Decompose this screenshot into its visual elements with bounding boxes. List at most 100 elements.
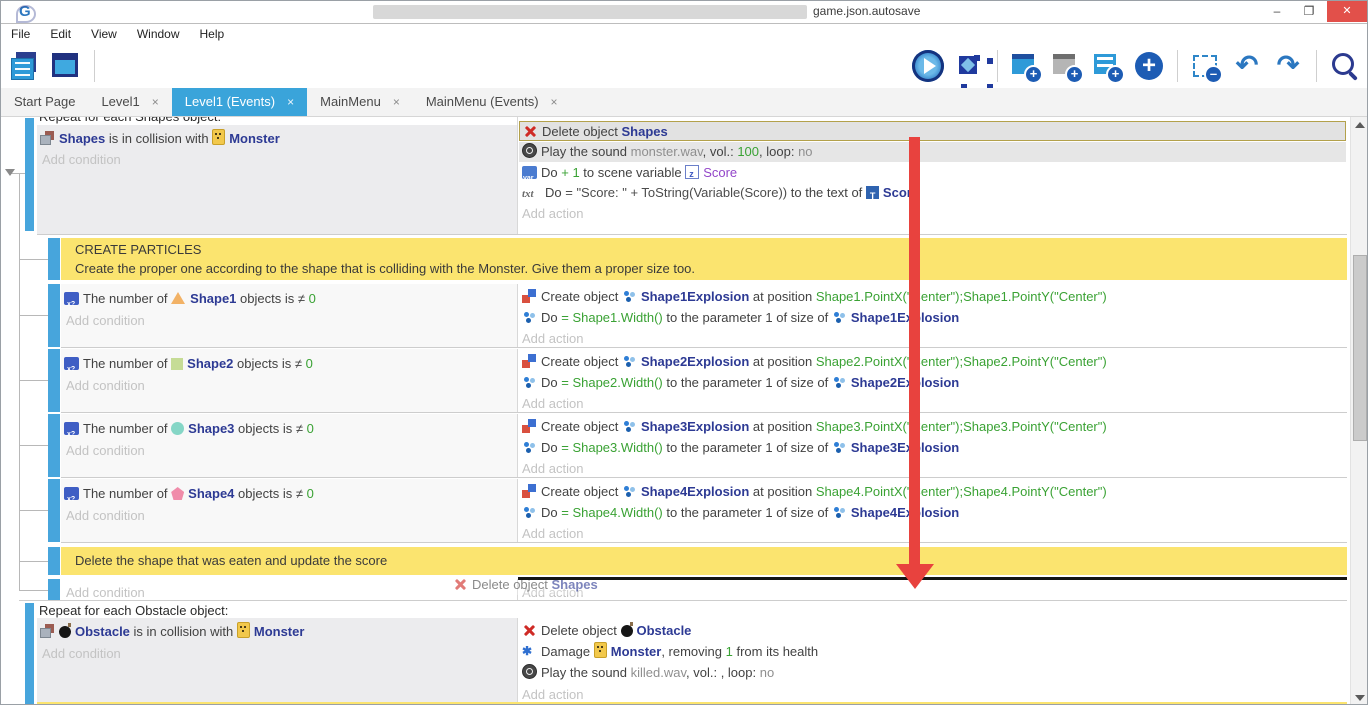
debug-button[interactable] [953, 50, 985, 82]
action-row[interactable]: Create object Shape1Explosion at positio… [519, 287, 1346, 307]
add-condition-link[interactable]: Add condition [66, 311, 145, 331]
menu-window[interactable]: Window [127, 27, 190, 41]
event-text: Do [545, 185, 565, 200]
tab-mainmenu-events[interactable]: MainMenu (Events)× [413, 88, 571, 116]
event-text: Do [541, 505, 561, 520]
scrollbar-down-arrow[interactable] [1355, 695, 1365, 701]
event-text: to scene variable [580, 165, 686, 180]
text-action-icon [522, 185, 541, 199]
action-row[interactable]: Create object Shape3Explosion at positio… [519, 417, 1346, 437]
collapse-expander-icon[interactable] [5, 169, 15, 176]
create-object-icon [522, 354, 537, 368]
event-text: , loop: [759, 144, 798, 159]
event-text: Play the sound [541, 665, 631, 680]
tab-close-icon[interactable]: × [287, 88, 294, 116]
action-row[interactable]: Do = Shape4.Width() to the parameter 1 o… [519, 503, 1346, 523]
event-text: Monster [254, 624, 305, 639]
add-action-link[interactable]: Add action [522, 329, 583, 349]
tab-level1[interactable]: Level1× [88, 88, 171, 116]
condition-row[interactable]: Shapes is in collision with Monster [40, 129, 280, 149]
comment-block[interactable]: Delete the shape that was eaten and upda… [61, 547, 1347, 575]
event-text: at position [749, 354, 816, 369]
menu-edit[interactable]: Edit [40, 27, 81, 41]
add-comment-button[interactable] [1092, 50, 1124, 82]
event-text: Shapes [59, 131, 105, 146]
scrollbar-thumb[interactable] [1353, 255, 1367, 441]
action-row[interactable]: Delete object Obstacle [519, 621, 1346, 641]
action-row-selected[interactable]: Delete object Shapes [519, 121, 1346, 141]
comment-text: Delete the shape that was eaten and upda… [75, 553, 387, 569]
scene-editor-icon[interactable] [50, 50, 82, 82]
action-row[interactable]: Damage Monster, removing 1 from its heal… [519, 642, 1346, 662]
close-button[interactable]: ✕ [1327, 1, 1367, 22]
tab-close-icon[interactable]: × [152, 88, 159, 116]
add-action-link[interactable]: Add action [522, 394, 583, 414]
menu-file[interactable]: File [1, 27, 40, 41]
scrollbar-up-arrow[interactable] [1355, 122, 1365, 128]
action-row[interactable]: Create object Shape4Explosion at positio… [519, 482, 1346, 502]
add-condition-link[interactable]: Add condition [66, 506, 145, 526]
scene-variable-icon [685, 165, 699, 179]
minimize-button[interactable]: – [1263, 1, 1291, 22]
event-text: to the parameter 1 of size of [663, 310, 832, 325]
particle-object-icon [522, 505, 537, 519]
event-text: objects is ≠ [236, 291, 308, 306]
maximize-button[interactable]: ❐ [1295, 1, 1323, 22]
add-condition-link[interactable]: Add condition [66, 376, 145, 396]
condition-row[interactable]: The number of Shape4 objects is ≠ 0 [64, 484, 314, 504]
delete-event-button[interactable] [1190, 50, 1222, 82]
damage-action-icon [522, 644, 537, 658]
condition-row[interactable]: Obstacle is in collision with Monster [40, 622, 304, 642]
condition-row[interactable]: The number of Shape1 objects is ≠ 0 [64, 289, 316, 309]
action-row[interactable]: Do = Shape1.Width() to the parameter 1 o… [519, 308, 1346, 328]
comment-block[interactable]: CREATE PARTICLESCreate the proper one ac… [61, 238, 1347, 280]
event-text: Monster [611, 644, 662, 659]
action-row[interactable]: Create object Shape2Explosion at positio… [519, 352, 1346, 372]
play-button[interactable] [912, 50, 944, 82]
add-event-button[interactable] [1010, 50, 1042, 82]
redo-button[interactable]: ↷ [1272, 50, 1304, 82]
event-header: Repeat for each Shapes object: [39, 117, 221, 124]
action-row[interactable]: Do = "Score: " + ToString(Variable(Score… [519, 183, 1346, 203]
add-other-event-button[interactable] [1133, 50, 1165, 82]
undo-button[interactable]: ↶ [1231, 50, 1263, 82]
event-text: Do [541, 310, 561, 325]
condition-row[interactable]: The number of Shape2 objects is ≠ 0 [64, 354, 313, 374]
event-header[interactable]: Repeat for each Obstacle object: [39, 603, 228, 618]
add-condition-link[interactable]: Add condition [66, 441, 145, 461]
action-row[interactable]: Do = Shape3.Width() to the parameter 1 o… [519, 438, 1346, 458]
menu-view[interactable]: View [81, 27, 127, 41]
event-indent-bar [25, 118, 34, 231]
collision-icon [40, 131, 55, 145]
particle-object-icon [832, 505, 847, 519]
tree-branch-line [19, 259, 48, 260]
add-condition-link[interactable]: Add condition [42, 150, 121, 170]
particle-object-icon [522, 440, 537, 454]
add-condition-link[interactable]: Add condition [42, 644, 121, 664]
add-action-link[interactable]: Add action [522, 459, 583, 479]
add-subevent-button[interactable] [1051, 50, 1083, 82]
tab-level1-events[interactable]: Level1 (Events)× [172, 88, 307, 116]
project-manager-icon[interactable] [9, 50, 41, 82]
event-text: killed.wav [631, 665, 686, 680]
delete-action-icon [522, 623, 537, 637]
event-text: Do [541, 375, 561, 390]
tab-close-icon[interactable]: × [393, 88, 400, 116]
particle-object-icon [622, 419, 637, 433]
tab-close-icon[interactable]: × [551, 88, 558, 116]
action-row[interactable]: Play the sound killed.wav, vol.: , loop:… [519, 663, 1346, 683]
search-button[interactable] [1329, 50, 1361, 82]
add-action-link[interactable]: Add action [522, 204, 583, 224]
event-text: Shape4Explosion [641, 484, 749, 499]
add-action-link[interactable]: Add action [522, 524, 583, 544]
event-text: objects is ≠ [234, 421, 306, 436]
action-row[interactable]: Do = Shape2.Width() to the parameter 1 o… [519, 373, 1346, 393]
menu-help[interactable]: Help [190, 27, 235, 41]
tab-start-page[interactable]: Start Page [1, 88, 88, 116]
condition-row[interactable]: The number of Shape3 objects is ≠ 0 [64, 419, 314, 439]
action-row[interactable]: Play the sound monster.wav, vol.: 100, l… [519, 142, 1346, 162]
action-row[interactable]: Do + 1 to scene variable Score [519, 163, 1346, 183]
tab-mainmenu[interactable]: MainMenu× [307, 88, 413, 116]
event-text: to the parameter 1 of size of [663, 505, 832, 520]
menubar: File Edit View Window Help [1, 24, 1367, 44]
